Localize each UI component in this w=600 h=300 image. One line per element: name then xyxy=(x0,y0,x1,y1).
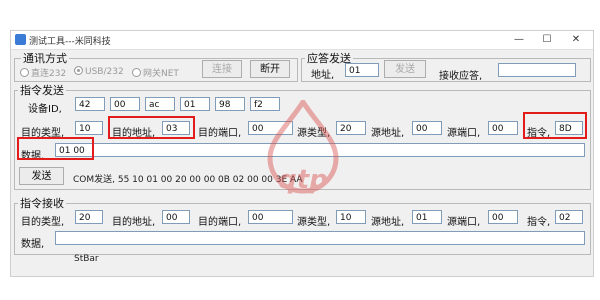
send-src-addr-input[interactable]: 00 xyxy=(412,121,442,135)
radio-circle xyxy=(20,68,29,77)
disconnect-button[interactable]: 断开 xyxy=(250,60,290,78)
maximize-button[interactable]: ☐ xyxy=(535,32,559,48)
command-receive-group: 指令接收 目的类型, 20 目的地址, 00 目的端口, 00 源类型, 10 … xyxy=(14,195,591,255)
command-send-group-label: 指令发送 xyxy=(18,82,66,98)
recv-data-label: 数据, xyxy=(21,239,45,250)
recv-cmd-label: 指令, xyxy=(527,217,551,228)
comm-group: 通讯方式 直连232 USB/232 网关NET 连接 断开 xyxy=(14,50,298,82)
response-send-button[interactable]: 发送 xyxy=(384,60,426,78)
title-bar: 测试工具---米同科技 — ☐ ✕ xyxy=(11,31,593,50)
device-id-byte-5[interactable]: 98 xyxy=(215,97,245,111)
recv-dst-type-label: 目的类型, xyxy=(21,217,65,228)
send-src-port-input[interactable]: 00 xyxy=(488,121,518,135)
command-send-button[interactable]: 发送 xyxy=(19,167,64,185)
comm-group-label: 通讯方式 xyxy=(21,50,69,66)
radio-usb-232[interactable]: USB/232 xyxy=(74,66,124,77)
response-address-label: 地址, xyxy=(311,70,335,81)
recv-src-type-input[interactable]: 10 xyxy=(336,210,366,224)
recv-data-input[interactable] xyxy=(55,231,585,245)
recv-dst-addr-label: 目的地址, xyxy=(112,217,156,228)
radio-gateway-net-label: 网关NET xyxy=(143,69,179,79)
status-bar-text: StBar xyxy=(74,254,99,264)
recv-cmd-input[interactable]: 02 xyxy=(555,210,583,224)
connect-button[interactable]: 连接 xyxy=(202,60,242,78)
device-id-byte-4[interactable]: 01 xyxy=(180,97,210,111)
radio-circle xyxy=(74,66,83,75)
send-dst-port-label: 目的端口, xyxy=(198,128,242,139)
recv-src-addr-input[interactable]: 01 xyxy=(412,210,442,224)
minimize-button[interactable]: — xyxy=(507,32,531,48)
watermark-logo: qtp xyxy=(267,100,339,195)
recv-src-addr-label: 源地址, xyxy=(371,217,405,228)
recv-src-type-label: 源类型, xyxy=(297,217,331,228)
radio-gateway-net[interactable]: 网关NET xyxy=(132,66,179,79)
window-title: 测试工具---米同科技 xyxy=(29,37,111,47)
radio-direct-232-label: 直连232 xyxy=(31,69,67,79)
device-id-byte-3[interactable]: ac xyxy=(145,97,175,111)
highlight-box xyxy=(17,137,94,160)
response-group: 应答发送 地址, 01 发送 接收应答, xyxy=(301,50,591,82)
recv-dst-port-input[interactable]: 00 xyxy=(248,210,293,224)
close-button[interactable]: ✕ xyxy=(564,32,588,48)
device-id-byte-2[interactable]: 00 xyxy=(110,97,140,111)
recv-dst-addr-input[interactable]: 00 xyxy=(162,210,190,224)
highlight-box xyxy=(523,112,587,139)
send-src-port-label: 源端口, xyxy=(447,128,481,139)
recv-dst-type-input[interactable]: 20 xyxy=(75,210,103,224)
highlight-box xyxy=(108,116,195,139)
radio-usb-232-label: USB/232 xyxy=(85,67,124,77)
app-icon xyxy=(15,34,26,45)
radio-circle xyxy=(132,68,141,77)
watermark-text: qtp xyxy=(278,165,328,195)
radio-direct-232[interactable]: 直连232 xyxy=(20,66,66,79)
send-src-addr-label: 源地址, xyxy=(371,128,405,139)
send-dst-type-input[interactable]: 10 xyxy=(75,121,103,135)
device-id-byte-1[interactable]: 42 xyxy=(75,97,105,111)
recv-dst-port-label: 目的端口, xyxy=(198,217,242,228)
device-id-label: 设备ID, xyxy=(28,104,62,115)
recv-src-port-input[interactable]: 00 xyxy=(488,210,518,224)
recv-src-port-label: 源端口, xyxy=(447,217,481,228)
command-receive-group-label: 指令接收 xyxy=(18,195,66,211)
receive-response-label: 接收应答, xyxy=(439,71,483,82)
receive-response-input[interactable] xyxy=(498,63,576,77)
response-address-input[interactable]: 01 xyxy=(345,63,379,77)
